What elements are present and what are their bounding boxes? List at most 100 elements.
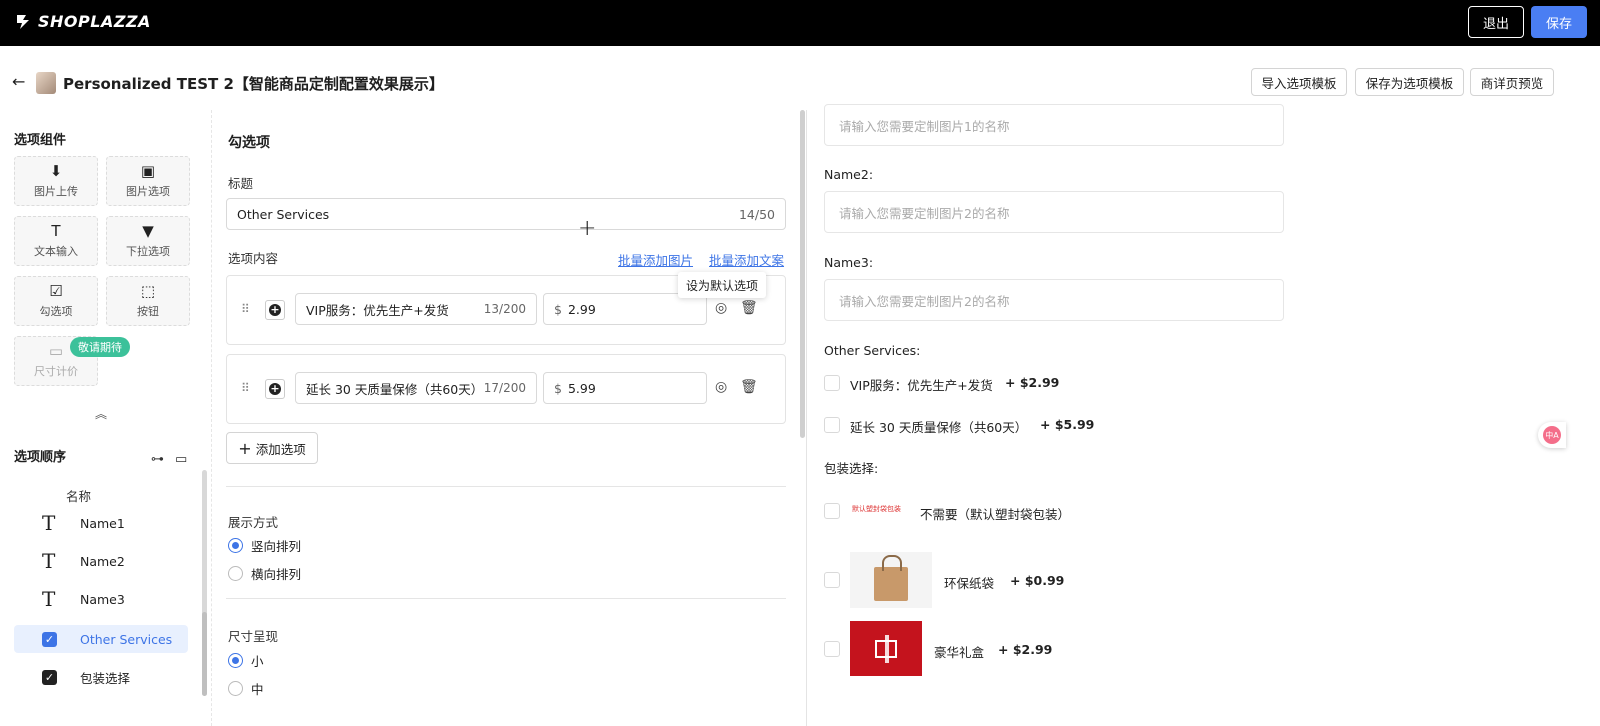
order-item-label: Other Services: [80, 631, 173, 647]
packaging-option-label: 不需要（默认塑封袋包装）: [920, 507, 1071, 522]
panel-divider: [806, 110, 807, 726]
collapse-chevron-icon[interactable]: ︽: [95, 405, 107, 422]
plus-icon: +: [238, 438, 252, 458]
gift-box-icon: [875, 634, 897, 663]
drag-handle-icon[interactable]: ⠿: [241, 302, 250, 316]
order-title: 选项顺序: [14, 450, 67, 465]
currency-symbol: $: [554, 301, 562, 317]
component-button[interactable]: ⬚ 按钮: [106, 276, 190, 326]
title-input[interactable]: Other Services 14/50: [226, 198, 786, 230]
editor-scrollbar[interactable]: [800, 110, 805, 438]
component-image-upload[interactable]: ⬇ 图片上传: [14, 156, 98, 206]
detail-preview-button[interactable]: 商详页预览: [1470, 68, 1554, 96]
order-item-name1[interactable]: T Name1: [14, 509, 188, 537]
radio-label: 横向排列: [251, 567, 302, 582]
component-label: 勾选项: [39, 304, 73, 318]
add-image-button[interactable]: +: [265, 300, 285, 320]
trash-icon[interactable]: 🗑: [740, 379, 758, 395]
checkbox-icon: ☑: [49, 281, 63, 300]
packaging-checkbox[interactable]: [824, 641, 840, 657]
name1-input[interactable]: 请输入您需要定制图片1的名称: [824, 104, 1284, 146]
title-char-count: 14/50: [738, 206, 775, 222]
exit-button[interactable]: 退出: [1468, 6, 1524, 38]
shoplazza-logo-icon: [17, 14, 29, 29]
product-thumbnail: [36, 72, 56, 94]
import-template-button[interactable]: 导入选项模板: [1251, 68, 1347, 96]
packaging-option-price: + $2.99: [998, 642, 1053, 657]
trash-icon[interactable]: 🗑: [740, 300, 758, 316]
name2-input[interactable]: 请输入您需要定制图片2的名称: [824, 191, 1284, 233]
order-item-other-services[interactable]: ✓ Other Services: [14, 625, 188, 653]
text-type-icon: T: [42, 511, 56, 535]
option-name-input[interactable]: VIP服务：优先生产+发货 13/200: [295, 293, 537, 325]
add-option-label: 添加选项: [255, 441, 306, 457]
translate-widget[interactable]: 中A: [1538, 422, 1566, 448]
set-default-icon[interactable]: ◎: [715, 300, 727, 316]
radio-dot: [228, 566, 243, 581]
option-price-input[interactable]: $ 5.99: [543, 372, 707, 404]
packaging-option-price: + $0.99: [1010, 573, 1065, 588]
component-image-options[interactable]: ▣ 图片选项: [106, 156, 190, 206]
component-dropdown[interactable]: ▼ 下拉选项: [106, 216, 190, 266]
radio-horizontal[interactable]: 横向排列: [228, 564, 301, 583]
paper-bag-image: [850, 552, 932, 608]
display-mode-label: 展示方式: [228, 515, 279, 530]
image-options-icon: ▣: [140, 161, 156, 180]
brand-logo[interactable]: SHOPLAZZA: [14, 12, 151, 31]
size-label: 尺寸呈现: [228, 629, 279, 644]
order-item-packaging[interactable]: ✓ 包装选择: [14, 663, 188, 691]
option-name-input[interactable]: 延长 30 天质量保修（共60天） 17/200: [295, 372, 537, 404]
order-item-name3[interactable]: T Name3: [14, 585, 188, 613]
components-title: 选项组件: [14, 133, 67, 148]
component-text-input[interactable]: T 文本输入: [14, 216, 98, 266]
component-label: 文本输入: [34, 244, 78, 258]
page-header: ← Personalized TEST 2【智能商品定制配置效果展示】 导入选项…: [0, 46, 1600, 110]
content-label: 选项内容: [228, 251, 279, 266]
bulk-add-images-link[interactable]: 批量添加图片: [618, 250, 693, 269]
bulk-add-text-link[interactable]: 批量添加文案: [709, 250, 784, 269]
order-item-name2[interactable]: T Name2: [14, 547, 188, 575]
radio-size-medium[interactable]: 中: [228, 679, 264, 698]
option-name-count: 17/200: [483, 381, 526, 395]
component-checkbox[interactable]: ☑ 勾选项: [14, 276, 98, 326]
packaging-checkbox[interactable]: [824, 503, 840, 519]
editor-title: 勾选项: [228, 135, 270, 151]
folder-icon[interactable]: ▭: [175, 452, 187, 467]
preview-panel: 请输入您需要定制图片1的名称 Name2: 请输入您需要定制图片2的名称 Nam…: [810, 104, 1600, 726]
title-label: 标题: [228, 176, 254, 191]
radio-vertical[interactable]: 竖向排列: [228, 536, 301, 555]
name-column-header: 名称: [66, 489, 92, 504]
option-card: ⠿ + 延长 30 天质量保修（共60天） 17/200 $ 5.99 ◎ 🗑: [226, 354, 786, 424]
divider: [226, 598, 786, 599]
save-as-template-button[interactable]: 保存为选项模板: [1355, 68, 1464, 96]
set-default-icon[interactable]: ◎: [715, 379, 727, 395]
option-price-value: 5.99: [567, 380, 596, 396]
radio-label: 中: [251, 682, 264, 697]
drag-handle-icon[interactable]: ⠿: [241, 381, 250, 395]
name3-label: Name3:: [824, 255, 874, 270]
order-item-label: Name2: [80, 553, 125, 569]
save-button[interactable]: 保存: [1531, 6, 1587, 38]
radio-label: 小: [251, 654, 264, 669]
brand-name: SHOPLAZZA: [38, 12, 151, 31]
option-name-value: 延长 30 天质量保修（共60天）: [306, 381, 484, 397]
order-item-label: Name3: [80, 591, 125, 607]
divider: [226, 486, 786, 487]
title-value: Other Services: [237, 206, 330, 222]
translate-icon: 中A: [1543, 426, 1561, 444]
packaging-checkbox[interactable]: [824, 572, 840, 588]
page-title: Personalized TEST 2【智能商品定制配置效果展示】: [63, 75, 444, 93]
text-input-icon: T: [51, 221, 61, 240]
service-checkbox[interactable]: [824, 375, 840, 391]
left-scrollbar-thumb[interactable]: [202, 612, 207, 696]
add-image-button[interactable]: +: [265, 379, 285, 399]
add-option-button[interactable]: + 添加选项: [226, 432, 318, 464]
service-price: + $5.99: [1040, 417, 1095, 432]
radio-size-small[interactable]: 小: [228, 651, 264, 670]
name3-input[interactable]: 请输入您需要定制图片2的名称: [824, 279, 1284, 321]
radio-dot: [228, 681, 243, 696]
order-item-label: 包装选择: [80, 670, 131, 686]
back-arrow-icon[interactable]: ←: [12, 74, 25, 90]
service-checkbox[interactable]: [824, 417, 840, 433]
tree-structure-icon[interactable]: ⊶: [151, 452, 164, 467]
